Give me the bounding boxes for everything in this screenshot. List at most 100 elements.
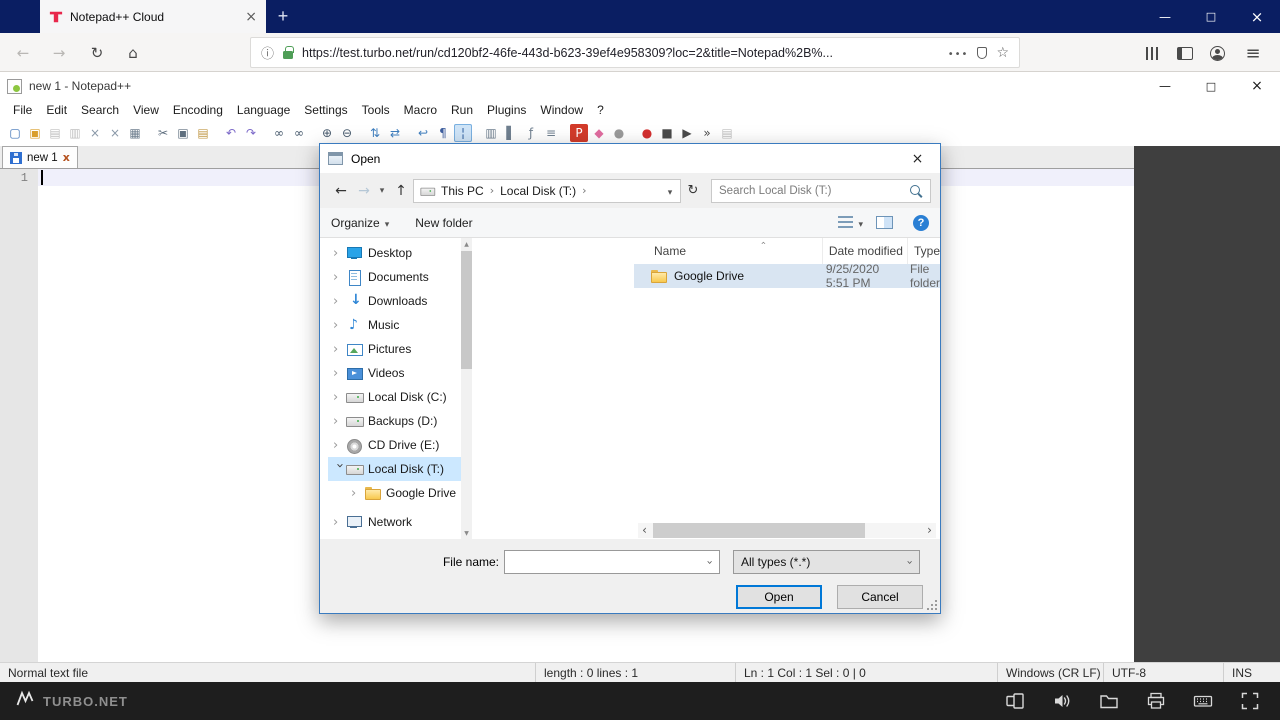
chevron-collapsed-icon[interactable]: › bbox=[333, 391, 346, 404]
toolbar-document-map-icon[interactable]: ▌ bbox=[502, 124, 520, 142]
change-view-button[interactable] bbox=[838, 216, 863, 230]
chevron-collapsed-icon[interactable]: › bbox=[333, 516, 346, 529]
tree-item-google-drive[interactable]: ›Google Drive bbox=[328, 481, 461, 505]
menu-search[interactable]: Search bbox=[74, 100, 126, 120]
menu-encoding[interactable]: Encoding bbox=[166, 100, 230, 120]
tree-item-documents[interactable]: ›Documents bbox=[328, 265, 461, 289]
browser-minimize-button[interactable]: — bbox=[1142, 0, 1188, 33]
document-tab[interactable]: new 1 x bbox=[2, 146, 78, 168]
toolbar-cut-icon[interactable]: ✂ bbox=[154, 124, 172, 142]
toolbar-new-file-icon[interactable]: ▢ bbox=[6, 124, 24, 142]
home-icon[interactable]: ⌂ bbox=[118, 38, 148, 68]
toolbar-stop-macro-icon[interactable]: ■ bbox=[658, 124, 676, 142]
toolbar-sync-horizontal-icon[interactable]: ⇄ bbox=[386, 124, 404, 142]
column-header-name[interactable]: Name bbox=[634, 238, 823, 264]
notepadpp-close-button[interactable]: × bbox=[1234, 72, 1280, 100]
toolbar-open-folder-icon[interactable]: ▣ bbox=[26, 124, 44, 142]
page-info-icon[interactable] bbox=[261, 43, 274, 63]
menu-edit[interactable]: Edit bbox=[39, 100, 74, 120]
toolbar-zoom-in-icon[interactable]: ⊕ bbox=[318, 124, 336, 142]
open-button[interactable]: Open bbox=[736, 585, 822, 609]
chevron-collapsed-icon[interactable]: › bbox=[333, 439, 346, 452]
nav-back-icon[interactable]: ← bbox=[329, 179, 353, 203]
lock-icon[interactable] bbox=[283, 51, 293, 59]
toolbar-user-dialog-icon[interactable]: ▥ bbox=[482, 124, 500, 142]
tree-item-network[interactable]: ›Network bbox=[328, 510, 461, 534]
keyboard-icon[interactable] bbox=[1193, 691, 1213, 711]
new-folder-button[interactable]: New folder bbox=[415, 216, 472, 230]
menu-plugins[interactable]: Plugins bbox=[480, 100, 533, 120]
refresh-icon[interactable]: ↻ bbox=[681, 179, 705, 203]
horizontal-scrollbar[interactable]: ‹ › bbox=[638, 523, 936, 538]
chevron-collapsed-icon[interactable]: › bbox=[351, 487, 364, 500]
files-icon[interactable] bbox=[1099, 691, 1119, 711]
scrollbar-track[interactable] bbox=[651, 523, 923, 538]
toolbar-paste-icon[interactable]: ▤ bbox=[194, 124, 212, 142]
notepadpp-minimize-button[interactable]: — bbox=[1142, 72, 1188, 100]
scroll-up-icon[interactable] bbox=[461, 238, 472, 250]
file-row[interactable]: Google Drive9/25/2020 5:51 PMFile folder bbox=[634, 264, 940, 288]
scroll-right-icon[interactable]: › bbox=[923, 523, 936, 538]
column-header-type[interactable]: Type bbox=[908, 238, 940, 264]
chevron-collapsed-icon[interactable]: › bbox=[333, 415, 346, 428]
chevron-collapsed-icon[interactable]: › bbox=[333, 295, 346, 308]
toolbar-copy-icon[interactable]: ▣ bbox=[174, 124, 192, 142]
toolbar-zoom-out-icon[interactable]: ⊖ bbox=[338, 124, 356, 142]
menu-macro[interactable]: Macro bbox=[397, 100, 444, 120]
chevron-collapsed-icon[interactable]: › bbox=[333, 367, 346, 380]
nav-up-icon[interactable]: ↑ bbox=[389, 179, 413, 203]
tree-item-videos[interactable]: ›Videos bbox=[328, 361, 461, 385]
toolbar-indent-guide-icon[interactable]: ¦ bbox=[454, 124, 472, 142]
breadcrumb-this-pc[interactable]: This PC bbox=[437, 184, 488, 198]
toolbar-pdf-export-icon[interactable]: P bbox=[570, 124, 588, 142]
scroll-left-icon[interactable]: ‹ bbox=[638, 523, 651, 538]
chevron-collapsed-icon[interactable]: › bbox=[333, 319, 346, 332]
toolbar-save-icon[interactable]: ▤ bbox=[46, 124, 64, 142]
tree-item-music[interactable]: ›Music bbox=[328, 313, 461, 337]
nav-forward-icon[interactable]: → bbox=[353, 179, 375, 203]
search-input[interactable] bbox=[719, 185, 909, 197]
chevron-collapsed-icon[interactable]: › bbox=[333, 271, 346, 284]
chevron-collapsed-icon[interactable]: › bbox=[333, 247, 346, 260]
toolbar-replace-icon[interactable]: ∞ bbox=[290, 124, 308, 142]
file-name-combobox[interactable] bbox=[504, 550, 720, 574]
address-bar[interactable]: This PC › Local Disk (T:) › bbox=[413, 179, 681, 203]
organize-button[interactable]: Organize bbox=[331, 216, 389, 230]
search-box[interactable] bbox=[711, 179, 931, 203]
volume-icon[interactable] bbox=[1052, 691, 1072, 711]
pocket-icon[interactable] bbox=[977, 47, 987, 59]
toolbar-function-list-icon[interactable]: ƒ bbox=[522, 124, 540, 142]
menu-window[interactable]: Window bbox=[533, 100, 590, 120]
display-icon[interactable] bbox=[1005, 691, 1025, 711]
search-icon[interactable] bbox=[909, 184, 923, 198]
combobox-dropdown-icon[interactable] bbox=[902, 551, 919, 573]
browser-maximize-button[interactable]: □ bbox=[1188, 0, 1234, 33]
toolbar-run-macro-multiple-icon[interactable]: » bbox=[698, 124, 716, 142]
menu-language[interactable]: Language bbox=[230, 100, 297, 120]
bookmark-star-icon[interactable] bbox=[996, 44, 1009, 62]
tab-close-icon[interactable]: x bbox=[63, 151, 70, 164]
tab-close-icon[interactable]: × bbox=[245, 10, 257, 24]
tree-item-downloads[interactable]: ›Downloads bbox=[328, 289, 461, 313]
tree-item-pictures[interactable]: ›Pictures bbox=[328, 337, 461, 361]
scrollbar-thumb[interactable] bbox=[461, 251, 472, 369]
new-tab-button[interactable]: + bbox=[266, 0, 300, 33]
preview-pane-icon[interactable] bbox=[876, 216, 893, 229]
tree-item-local-disk-t[interactable]: ›Local Disk (T:) bbox=[328, 457, 461, 481]
toolbar-close-all-icon[interactable]: × bbox=[106, 124, 124, 142]
file-name-input[interactable] bbox=[505, 551, 702, 573]
fullscreen-icon[interactable] bbox=[1240, 691, 1260, 711]
toolbar-print-icon[interactable]: ▦ bbox=[126, 124, 144, 142]
account-avatar-icon[interactable] bbox=[1202, 38, 1232, 68]
help-icon[interactable]: ? bbox=[913, 215, 929, 231]
menu-tools[interactable]: Tools bbox=[355, 100, 397, 120]
toolbar-sync-vertical-icon[interactable]: ⇅ bbox=[366, 124, 384, 142]
cancel-button[interactable]: Cancel bbox=[837, 585, 923, 609]
dialog-close-button[interactable]: × bbox=[895, 144, 940, 173]
nav-recent-dropdown-icon[interactable]: ▾ bbox=[375, 179, 389, 203]
tree-item-local-disk-c[interactable]: ›Local Disk (C:) bbox=[328, 385, 461, 409]
menu-run[interactable]: Run bbox=[444, 100, 480, 120]
tree-scrollbar[interactable] bbox=[461, 238, 472, 539]
sidebar-icon[interactable] bbox=[1170, 38, 1200, 68]
tree-item-cd-drive-e[interactable]: ›CD Drive (E:) bbox=[328, 433, 461, 457]
